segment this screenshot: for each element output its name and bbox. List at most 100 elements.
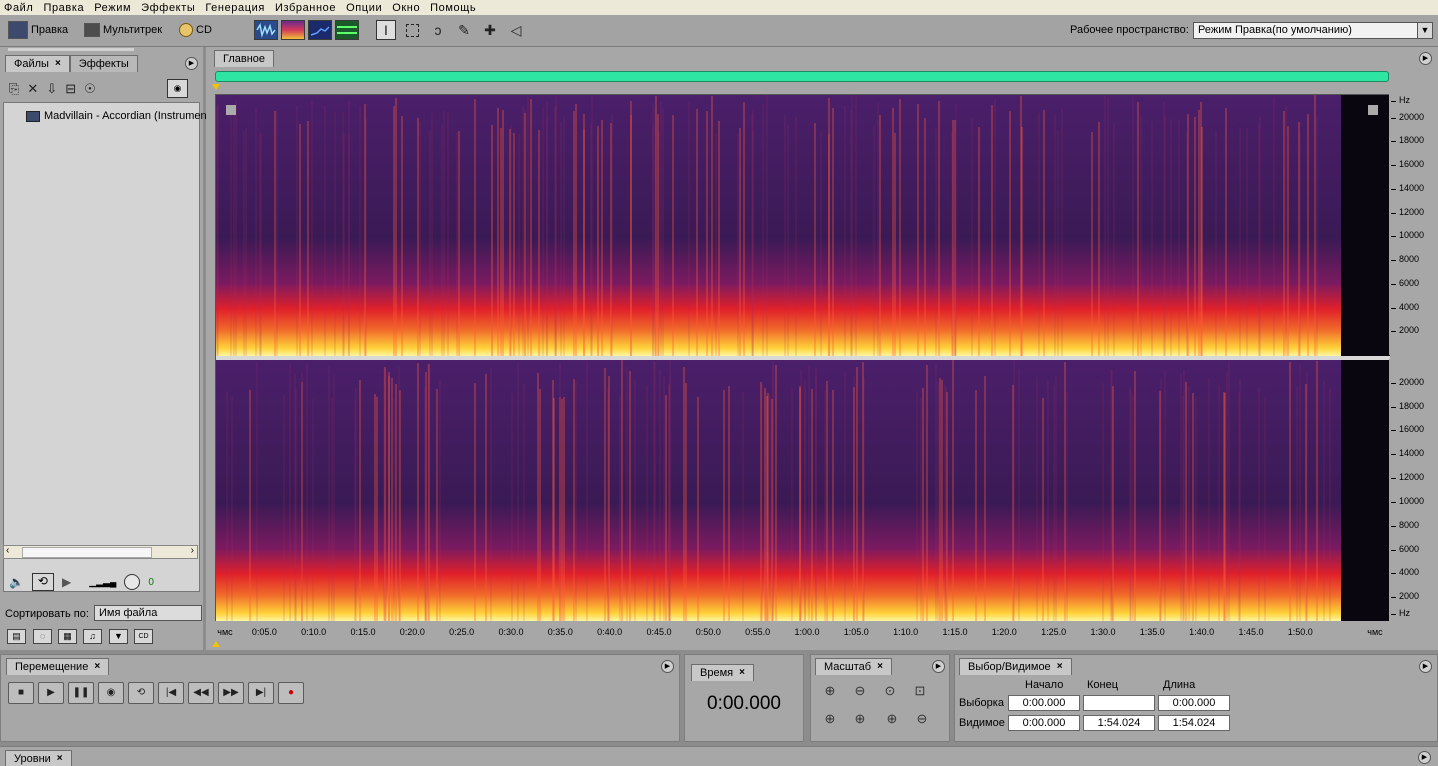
tab-transport[interactable]: Перемещение × [6, 658, 110, 675]
selection-begin-field[interactable]: 0:00.000 [1008, 695, 1080, 711]
time-ruler[interactable]: чмс 0:05.0 0:10.0 0:15.0 0:20.0 0:25.0 0:30.0 0… [215, 625, 1389, 641]
channel-toggle-icon[interactable] [1368, 105, 1378, 115]
zoom-in-vertical-button[interactable]: ⊕ [881, 709, 903, 729]
zoom-out-horizontal-button[interactable]: ⊖ [849, 681, 871, 701]
edit-file-icon[interactable]: ☉ [84, 81, 96, 97]
left-channel-spectrogram[interactable] [216, 95, 1390, 356]
close-icon[interactable]: × [57, 751, 63, 766]
insert-multitrack-icon[interactable]: ⇩ [46, 81, 57, 97]
play-button[interactable]: ▶ [38, 682, 64, 704]
edit-mode-button[interactable]: Правка [8, 19, 68, 41]
selection-length-field[interactable]: 0:00.000 [1158, 695, 1230, 711]
scrub-tool[interactable]: ◁ [506, 20, 526, 40]
playhead-marker-icon[interactable] [212, 641, 220, 647]
video-filter-icon[interactable]: ▦ [58, 629, 77, 644]
loop-filter-icon[interactable]: ◌ [33, 629, 52, 644]
zoom-right-edge-button[interactable]: ⊕ [849, 709, 871, 729]
horizontal-scrollbar[interactable]: ‹ › [3, 545, 198, 559]
scroll-thumb[interactable] [22, 547, 152, 558]
show-options-button[interactable]: ◉ [167, 79, 188, 98]
tab-time[interactable]: Время × [691, 664, 754, 681]
overview-timeline[interactable] [215, 71, 1389, 82]
multitrack-filter-icon[interactable]: ▤ [7, 629, 26, 644]
chevron-down-icon[interactable]: ▼ [1417, 23, 1432, 38]
menu-view[interactable]: Режим [94, 2, 131, 14]
zoom-in-horizontal-button[interactable]: ⊕ [819, 681, 841, 701]
panel-menu-button[interactable]: ▶ [661, 660, 674, 673]
zoom-out-full-button[interactable]: ⊙ [879, 681, 901, 701]
go-to-start-button[interactable]: |◀ [158, 682, 184, 704]
time-selection-tool[interactable]: I [376, 20, 396, 40]
cd-mode-button[interactable]: CD [179, 19, 212, 41]
fast-forward-button[interactable]: ▶▶ [218, 682, 244, 704]
multitrack-mode-button[interactable]: Мультитрек [84, 19, 162, 41]
insert-cd-icon[interactable]: ⊟ [65, 81, 76, 97]
view-length-field[interactable]: 1:54.024 [1158, 715, 1230, 731]
record-button[interactable]: ● [278, 682, 304, 704]
zoom-left-edge-button[interactable]: ⊕ [819, 709, 841, 729]
view-begin-field[interactable]: 0:00.000 [1008, 715, 1080, 731]
close-icon[interactable]: × [739, 665, 745, 681]
brush-tool[interactable]: ✎ [454, 20, 474, 40]
menu-window[interactable]: Окно [392, 2, 420, 14]
cd-filter-icon[interactable]: CD [134, 629, 153, 644]
chevron-left-icon[interactable]: ‹ [6, 545, 9, 556]
tab-files[interactable]: Файлы × [5, 55, 70, 72]
menu-file[interactable]: Файл [4, 2, 33, 14]
pitch-view-button[interactable] [308, 20, 332, 40]
play-icon[interactable]: ▶ [62, 575, 71, 589]
panel-menu-button[interactable]: ▶ [1419, 52, 1432, 65]
view-end-field[interactable]: 1:54.024 [1083, 715, 1155, 731]
close-icon[interactable]: × [94, 659, 100, 675]
pause-button[interactable]: ❚❚ [68, 682, 94, 704]
menu-effects[interactable]: Эффекты [141, 2, 195, 14]
tab-effects[interactable]: Эффекты [69, 55, 138, 72]
close-icon[interactable]: × [55, 56, 61, 72]
open-file-icon[interactable]: ⎘ [9, 81, 19, 97]
selection-end-field[interactable] [1083, 695, 1155, 711]
loop-button[interactable]: ⟲ [128, 682, 154, 704]
go-to-end-button[interactable]: ▶| [248, 682, 274, 704]
spectrogram-view[interactable] [215, 94, 1390, 621]
menu-edit[interactable]: Правка [43, 2, 84, 14]
speaker-icon[interactable]: 🔈 [9, 575, 24, 589]
workspace-select[interactable]: Режим Правка(по умолчанию) ▼ [1193, 22, 1433, 39]
rewind-button[interactable]: ◀◀ [188, 682, 214, 704]
close-file-icon[interactable]: ✕ [27, 81, 38, 97]
close-icon[interactable]: × [877, 659, 883, 675]
zoom-out-vertical-button[interactable]: ⊖ [911, 709, 933, 729]
marquee-tool[interactable] [402, 20, 422, 40]
tab-zoom[interactable]: Масштаб × [815, 658, 892, 675]
play-view-button[interactable]: ◉ [98, 682, 124, 704]
phase-view-button[interactable] [335, 20, 359, 40]
channel-toggle-icon[interactable] [226, 105, 236, 115]
right-channel-spectrogram[interactable] [216, 360, 1390, 621]
tab-levels[interactable]: Уровни × [5, 750, 72, 766]
waveform-view-button[interactable] [254, 20, 278, 40]
list-item[interactable]: Madvillain - Accordian (Instrumen [26, 110, 207, 122]
spot-healing-tool[interactable]: ✚ [480, 20, 500, 40]
playhead-marker-icon[interactable] [212, 84, 220, 90]
tab-selection-view[interactable]: Выбор/Видимое × [959, 658, 1072, 675]
panel-menu-button[interactable]: ▶ [185, 57, 198, 70]
filter-icon[interactable]: ▼ [109, 629, 128, 644]
lasso-tool[interactable]: ↄ [428, 20, 448, 40]
volume-knob[interactable] [124, 574, 141, 590]
chevron-right-icon[interactable]: › [191, 545, 194, 556]
spectral-view-button[interactable] [281, 20, 305, 40]
music-filter-icon[interactable]: ♫ [83, 629, 102, 644]
menu-help[interactable]: Помощь [430, 2, 476, 14]
stop-button[interactable]: ■ [8, 682, 34, 704]
sort-select[interactable]: Имя файла [94, 605, 202, 621]
panel-grip[interactable] [8, 48, 134, 51]
menu-generate[interactable]: Генерация [205, 2, 265, 14]
menu-favorites[interactable]: Избранное [275, 2, 336, 14]
close-icon[interactable]: × [1057, 659, 1063, 675]
zoom-selection-button[interactable]: ⊡ [909, 681, 931, 701]
menu-options[interactable]: Опции [346, 2, 382, 14]
panel-menu-button[interactable]: ▶ [932, 660, 945, 673]
tab-main[interactable]: Главное [214, 50, 275, 67]
panel-menu-button[interactable]: ▶ [1418, 751, 1431, 764]
loop-icon[interactable]: ⟲ [31, 573, 54, 591]
panel-menu-button[interactable]: ▶ [1419, 660, 1432, 673]
